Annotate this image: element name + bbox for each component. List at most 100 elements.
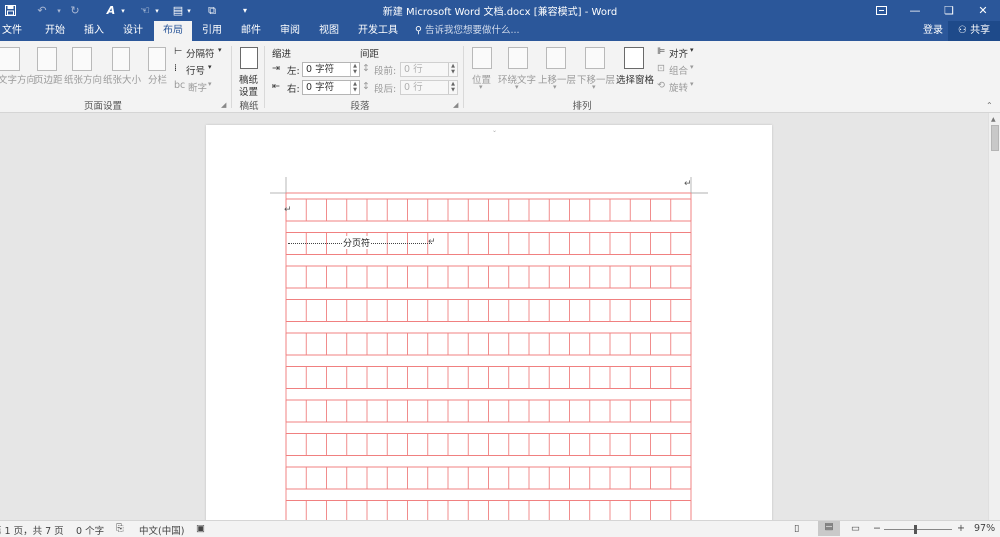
paragraph-launcher-icon[interactable]: ◢: [453, 101, 458, 109]
dropdown-icon[interactable]: ▾: [208, 63, 212, 71]
text-direction-icon[interactable]: [0, 47, 20, 71]
tab-review[interactable]: 审阅: [273, 21, 307, 41]
spacing-before-label: 段前:: [374, 66, 397, 77]
paper-size-label[interactable]: 纸张大小: [103, 72, 141, 86]
dropdown-icon[interactable]: ▾: [553, 83, 557, 91]
read-mode-icon[interactable]: ▯: [794, 523, 799, 534]
vertical-scrollbar[interactable]: ▲: [988, 113, 1000, 520]
manuscript-paper-icon[interactable]: [240, 47, 258, 69]
tab-developer[interactable]: 开发工具: [353, 21, 403, 41]
spacing-after-input[interactable]: 0 行 ▲ ▼: [400, 80, 458, 95]
tell-me-box[interactable]: ⚲ 告诉我您想要做什么...: [415, 21, 520, 41]
tab-file[interactable]: 文件: [0, 21, 24, 41]
orientation-label[interactable]: 纸张方向: [64, 72, 102, 86]
group-separator: [463, 46, 464, 108]
page-setup-group-label: 页面设置: [83, 101, 122, 112]
document-page[interactable]: ⌄ ↵ ↵ 分页符 ↵: [206, 125, 772, 525]
selection-pane-label[interactable]: 选择窗格: [616, 72, 654, 86]
dropdown-icon[interactable]: ▾: [690, 63, 694, 71]
spacing-before-value: 0 行: [404, 64, 423, 75]
spinner-arrows-icon[interactable]: ▲ ▼: [350, 63, 359, 76]
word-count[interactable]: 0 个字: [76, 523, 104, 537]
page-top-marker-icon: ⌄: [492, 127, 498, 134]
indent-left-icon: ⇥: [272, 63, 280, 74]
indent-right-label: 右:: [287, 84, 300, 95]
breaks-button[interactable]: 分隔符: [186, 46, 215, 60]
tab-mailings[interactable]: 邮件: [234, 21, 268, 41]
tab-layout[interactable]: 布局: [154, 21, 192, 41]
scrollbar-thumb[interactable]: [991, 125, 999, 151]
send-backward-label[interactable]: 下移一层: [577, 72, 615, 86]
share-button[interactable]: ⚇ 共享: [948, 21, 1000, 41]
page-break-label: 分页符: [343, 236, 371, 249]
spinner-arrows-icon[interactable]: ▲ ▼: [350, 81, 359, 94]
minimize-button[interactable]: —: [898, 0, 932, 21]
tab-view[interactable]: 视图: [312, 21, 346, 41]
align-icon: ⊫: [657, 46, 666, 57]
bring-forward-label[interactable]: 上移一层: [538, 72, 576, 86]
dropdown-icon[interactable]: ▾: [218, 46, 222, 54]
bring-forward-icon[interactable]: [546, 47, 566, 69]
orientation-icon[interactable]: [72, 47, 92, 71]
status-bar: 第 1 页，共 7 页 0 个字 ⎘ 中文(中国) ▣ ▯ ▤ ▭ − + 97…: [0, 520, 1000, 537]
ribbon-display-options-icon[interactable]: [864, 0, 898, 21]
position-icon[interactable]: [472, 47, 492, 69]
macro-record-icon[interactable]: ▣: [196, 523, 205, 534]
dropdown-icon[interactable]: ▾: [515, 83, 519, 91]
dropdown-icon[interactable]: ▾: [479, 83, 483, 91]
group-button[interactable]: 组合: [669, 63, 688, 77]
tab-references[interactable]: 引用: [195, 21, 229, 41]
margins-icon[interactable]: [37, 47, 57, 71]
wrap-text-icon[interactable]: [508, 47, 528, 69]
columns-label[interactable]: 分栏: [148, 72, 167, 86]
line-numbers-button[interactable]: 行号: [186, 63, 205, 77]
indent-right-input[interactable]: 0 字符 ▲ ▼: [302, 80, 360, 95]
dropdown-icon[interactable]: ▾: [592, 83, 596, 91]
margins-label[interactable]: 页边距: [34, 72, 63, 86]
spacing-before-input[interactable]: 0 行 ▲ ▼: [400, 62, 458, 77]
manuscript-group-label: 稿纸: [239, 101, 259, 112]
tab-design[interactable]: 设计: [116, 21, 150, 41]
indent-left-input[interactable]: 0 字符 ▲ ▼: [302, 62, 360, 77]
indent-left-label: 左:: [287, 66, 300, 77]
dropdown-icon[interactable]: ▾: [208, 80, 212, 88]
paper-size-icon[interactable]: [112, 47, 130, 71]
text-direction-label[interactable]: 文字方向: [0, 72, 36, 86]
spinner-arrows-icon[interactable]: ▲ ▼: [448, 63, 457, 76]
indent-left-value: 0 字符: [306, 64, 335, 75]
arrange-group-label: 排列: [572, 101, 592, 112]
spacing-title: 间距: [360, 49, 380, 60]
tab-insert[interactable]: 插入: [77, 21, 111, 41]
hyphenation-button[interactable]: 断字: [188, 80, 207, 94]
manuscript-button-line2[interactable]: 设置: [239, 84, 258, 98]
tab-home[interactable]: 开始: [38, 21, 72, 41]
proofing-icon[interactable]: ⎘: [116, 523, 124, 534]
sign-in-link[interactable]: 登录: [923, 21, 943, 41]
hyphenation-icon: bc: [174, 80, 186, 91]
dropdown-icon[interactable]: ▾: [690, 46, 694, 54]
web-layout-icon[interactable]: ▭: [851, 523, 860, 534]
ribbon-tabs: 文件 开始 插入 设计 布局 引用 邮件 审阅 视图 开发工具 ⚲ 告诉我您想要…: [0, 21, 1000, 41]
document-area: ⌄ ↵ ↵ 分页符 ↵: [0, 113, 988, 525]
rotate-button[interactable]: 旋转: [669, 80, 688, 94]
page-setup-launcher-icon[interactable]: ◢: [221, 101, 226, 109]
align-button[interactable]: 对齐: [669, 46, 688, 60]
close-button[interactable]: ✕: [966, 0, 1000, 21]
zoom-slider-thumb[interactable]: [914, 525, 917, 534]
group-objects-icon: ⊡: [657, 63, 665, 74]
page-count[interactable]: 第 1 页，共 7 页: [0, 523, 64, 537]
zoom-out-icon[interactable]: −: [873, 523, 881, 534]
columns-icon[interactable]: [148, 47, 166, 71]
zoom-level[interactable]: 97%: [974, 523, 995, 534]
scroll-up-icon[interactable]: ▲: [991, 116, 996, 123]
collapse-ribbon-icon[interactable]: ⌃: [986, 101, 993, 110]
zoom-slider[interactable]: [884, 529, 952, 530]
dropdown-icon[interactable]: ▾: [690, 80, 694, 88]
selection-pane-icon[interactable]: [624, 47, 644, 69]
language-indicator[interactable]: 中文(中国): [139, 523, 184, 537]
restore-button[interactable]: ❏: [932, 0, 966, 21]
send-backward-icon[interactable]: [585, 47, 605, 69]
print-layout-icon[interactable]: ▤: [818, 521, 840, 536]
spinner-arrows-icon[interactable]: ▲ ▼: [448, 81, 457, 94]
zoom-in-icon[interactable]: +: [957, 523, 965, 534]
